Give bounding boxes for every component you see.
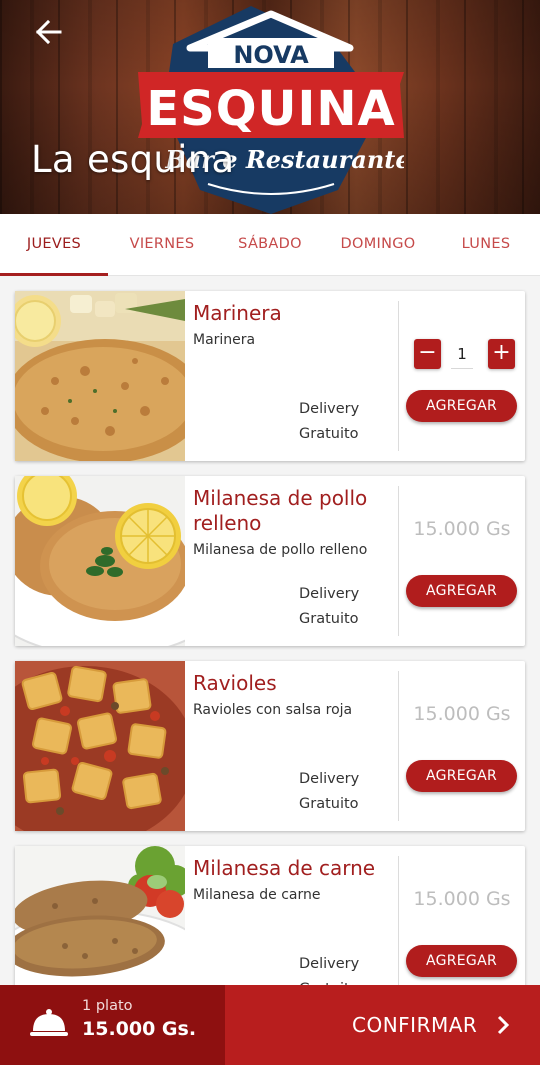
cart-total: 15.000 Gs. bbox=[82, 1018, 197, 1040]
delivery-info: Delivery Gratuito bbox=[299, 586, 360, 627]
active-tab-indicator bbox=[0, 273, 108, 276]
card-divider bbox=[398, 486, 399, 636]
card-divider bbox=[398, 301, 399, 451]
cart-bar: 1 plato 15.000 Gs. CONFIRMAR bbox=[0, 985, 540, 1065]
dish-photo-marinera bbox=[15, 291, 185, 461]
cart-summary: 1 plato 15.000 Gs. bbox=[0, 985, 225, 1065]
menu-item-card: Marinera Marinera Delivery Gratuito − 1 … bbox=[15, 291, 525, 461]
tab-lunes[interactable]: LUNES bbox=[432, 214, 540, 276]
dish-name: Marinera bbox=[193, 301, 282, 325]
confirm-button[interactable]: CONFIRMAR bbox=[225, 985, 540, 1065]
increase-quantity-button[interactable]: + bbox=[488, 339, 515, 369]
menu-item-card: Ravioles Ravioles con salsa roja Deliver… bbox=[15, 661, 525, 831]
card-divider bbox=[398, 671, 399, 821]
nova-esquina-logo: NOVA ESQUINA Bar e Restaurante bbox=[138, 6, 404, 214]
tab-domingo[interactable]: DOMINGO bbox=[324, 214, 432, 276]
delivery-info: Delivery Gratuito bbox=[299, 401, 360, 442]
menu-item-card: Milanesa de pollo relleno Milanesa de po… bbox=[15, 476, 525, 646]
confirm-label: CONFIRMAR bbox=[352, 1013, 478, 1037]
add-to-cart-button[interactable]: AGREGAR bbox=[406, 390, 517, 422]
tab-sabado[interactable]: SÁBADO bbox=[216, 214, 324, 276]
svg-text:ESQUINA: ESQUINA bbox=[146, 81, 395, 137]
dish-price: 15.000 Gs bbox=[413, 888, 511, 910]
add-to-cart-button[interactable]: AGREGAR bbox=[406, 575, 517, 607]
decrease-quantity-button[interactable]: − bbox=[414, 339, 441, 369]
delivery-info: Delivery Gratuito bbox=[299, 771, 360, 812]
dish-description: Ravioles con salsa roja bbox=[193, 702, 353, 718]
dish-name: Ravioles bbox=[193, 671, 277, 695]
header-banner: NOVA ESQUINA Bar e Restaurante La esquin… bbox=[0, 0, 540, 214]
dish-price: 15.000 Gs bbox=[413, 703, 511, 725]
add-to-cart-button[interactable]: AGREGAR bbox=[406, 760, 517, 792]
svg-text:NOVA: NOVA bbox=[233, 41, 309, 69]
card-divider bbox=[398, 856, 399, 1006]
dish-name: Milanesa de pollo relleno bbox=[193, 486, 368, 535]
dish-name: Milanesa de carne bbox=[193, 856, 376, 880]
quantity-value: 1 bbox=[451, 339, 473, 369]
add-to-cart-button[interactable]: AGREGAR bbox=[406, 945, 517, 977]
dish-price: 15.000 Gs bbox=[413, 518, 511, 540]
dish-description: Milanesa de pollo relleno bbox=[193, 542, 368, 558]
dish-photo-ravioles bbox=[15, 661, 185, 831]
plate-count: 1 plato bbox=[82, 998, 133, 1014]
arrow-left-icon[interactable] bbox=[30, 14, 70, 50]
page-title: La esquina bbox=[31, 138, 235, 181]
dish-photo-milanesa-pollo bbox=[15, 476, 185, 646]
tab-viernes[interactable]: VIERNES bbox=[108, 214, 216, 276]
day-tabs: JUEVES VIERNES SÁBADO DOMINGO LUNES bbox=[0, 214, 540, 276]
chevron-right-icon bbox=[497, 1015, 510, 1035]
cloche-icon bbox=[30, 1009, 68, 1036]
dish-description: Marinera bbox=[193, 332, 256, 348]
dish-description: Milanesa de carne bbox=[193, 887, 321, 903]
tab-jueves[interactable]: JUEVES bbox=[0, 214, 108, 276]
